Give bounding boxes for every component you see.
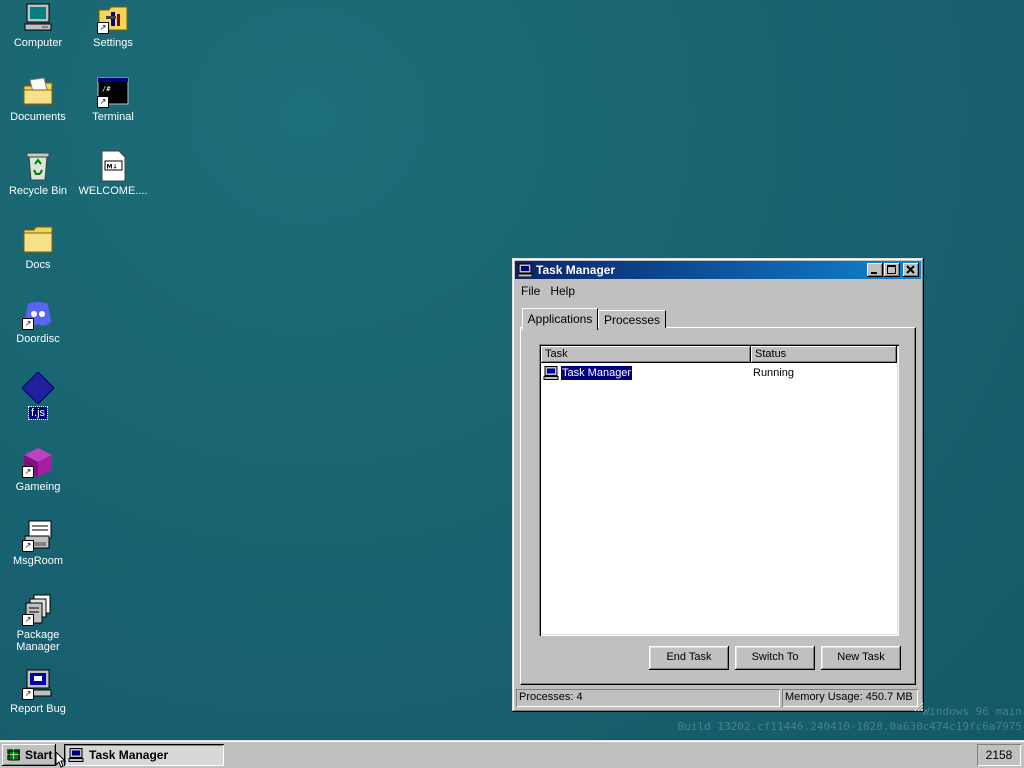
tab-processes[interactable]: Processes: [598, 310, 666, 328]
desktop-icon-label: Gameing: [15, 481, 61, 493]
documents-folder-icon: [22, 76, 54, 108]
desktop-icon-label: Terminal: [92, 111, 134, 123]
start-button[interactable]: Start: [2, 744, 56, 766]
settings-icon: ↗: [97, 2, 129, 34]
desktop-icon-doordisc[interactable]: ↗ Doordisc: [2, 298, 74, 345]
markdown-file-icon: M↓: [97, 150, 129, 182]
task-list[interactable]: Task Status Task Manager Running: [539, 344, 899, 636]
doordisc-icon: ↗: [22, 298, 54, 330]
desktop-icon-report-bug[interactable]: ↗ Report Bug: [2, 668, 74, 715]
desktop-icon-label: Docs: [25, 259, 51, 271]
system-clock[interactable]: 2158: [977, 744, 1021, 766]
desktop-icon-settings[interactable]: ↗ Settings: [77, 2, 149, 49]
maximize-icon: [887, 265, 896, 274]
task-manager-icon: [543, 366, 559, 380]
svg-text:/#: /#: [102, 85, 111, 93]
computer-icon: [22, 2, 54, 34]
start-label: Start: [25, 748, 53, 762]
task-status: Running: [753, 367, 794, 379]
report-bug-icon: ↗: [22, 668, 54, 700]
new-task-button[interactable]: New Task: [821, 646, 901, 670]
task-list-header: Task Status: [541, 346, 897, 363]
desktop-icon-label: Doordisc: [16, 333, 60, 345]
desktop-icon-gameing[interactable]: ↗ Gameing: [2, 446, 74, 493]
package-manager-icon: ↗: [22, 594, 54, 626]
desktop-icon-label: Documents: [10, 111, 66, 123]
desktop-icon-label: Computer: [13, 37, 63, 49]
switch-to-button[interactable]: Switch To: [735, 646, 815, 670]
terminal-icon: /# ↗: [97, 76, 129, 108]
desktop-icon-package-manager[interactable]: ↗ Package Manager: [2, 594, 74, 653]
desktop-icon-label: f.js: [27, 406, 49, 420]
status-bar: Processes: 4 Memory Usage: 450.7 MB: [516, 689, 920, 707]
mouse-cursor-icon: [56, 752, 66, 768]
recycle-bin-icon: [22, 150, 54, 182]
applications-tab-panel: Task Status Task Manager Running End Tas…: [520, 327, 916, 685]
minimize-icon: [871, 272, 877, 274]
column-header-task[interactable]: Task: [541, 346, 751, 363]
tab-applications[interactable]: Applications: [522, 308, 598, 330]
desktop-icon-label: Report Bug: [10, 703, 66, 715]
taskbar-button-label: Task Manager: [89, 748, 169, 762]
title-bar[interactable]: Task Manager: [515, 261, 921, 279]
process-count: Processes: 4: [516, 689, 780, 707]
menu-help[interactable]: Help: [545, 282, 580, 300]
minimize-button[interactable]: [867, 263, 883, 277]
desktop-icon-recycle-bin[interactable]: Recycle Bin: [2, 150, 74, 197]
desktop-icon-msgroom[interactable]: ↗ MsgRoom: [2, 520, 74, 567]
menu-bar: File Help: [516, 282, 580, 300]
task-manager-icon: [517, 263, 533, 278]
taskbar: Start Task Manager 2158: [0, 740, 1024, 768]
desktop-icon-label: Package Manager: [16, 629, 60, 653]
desktop-icon-label: WELCOME....: [78, 185, 148, 197]
svg-text:M↓: M↓: [107, 164, 118, 171]
desktop-icon-documents[interactable]: Documents: [2, 76, 74, 123]
task-manager-window[interactable]: Task Manager File Help Task Status Task …: [512, 258, 924, 712]
game-cube-icon: ↗: [22, 446, 54, 478]
build-watermark-line1: Windows 96 main: [922, 705, 1022, 718]
taskbar-button-task-manager[interactable]: Task Manager: [64, 744, 224, 766]
build-watermark-line2: Build 13202.cf11446.240410-1828.0a630c47…: [677, 720, 1022, 733]
end-task-button[interactable]: End Task: [649, 646, 729, 670]
desktop-icon-label: Settings: [93, 37, 133, 49]
table-row[interactable]: Task Manager Running: [543, 365, 897, 381]
desktop-icon-docs[interactable]: Docs: [2, 224, 74, 271]
desktop-icon-fjs[interactable]: f.js: [2, 371, 74, 420]
resize-grip-icon[interactable]: [912, 700, 924, 712]
start-logo-icon: [6, 748, 22, 762]
folder-icon: [22, 224, 54, 256]
close-button[interactable]: [903, 263, 919, 277]
close-icon: [906, 265, 915, 274]
maximize-button[interactable]: [884, 263, 900, 277]
task-manager-icon: [68, 748, 84, 762]
desktop-icon-computer[interactable]: Computer: [2, 2, 74, 49]
desktop-icon-label: MsgRoom: [12, 555, 64, 567]
desktop-icon-terminal[interactable]: /# ↗ Terminal: [77, 76, 149, 123]
msgroom-icon: ↗: [22, 520, 54, 552]
menu-file[interactable]: File: [516, 282, 545, 300]
task-name: Task Manager: [559, 365, 634, 381]
desktop-icon-label: Recycle Bin: [8, 185, 68, 197]
memory-usage: Memory Usage: 450.7 MB: [782, 689, 918, 707]
desktop-icon-welcome[interactable]: M↓ WELCOME....: [77, 150, 149, 197]
js-file-icon: [21, 371, 55, 405]
window-title: Task Manager: [536, 263, 616, 277]
column-header-status[interactable]: Status: [751, 346, 897, 363]
